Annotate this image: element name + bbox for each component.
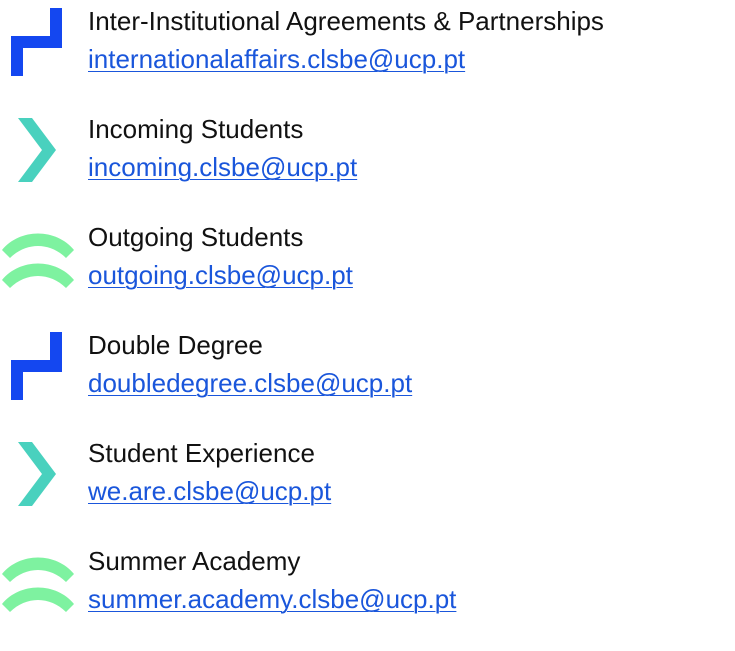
contact-email-link[interactable]: outgoing.clsbe@ucp.pt — [88, 258, 353, 292]
teal-chevron-icon — [0, 112, 88, 192]
green-arc-icon — [0, 220, 88, 300]
contact-item-incoming: Incoming Students incoming.clsbe@ucp.pt — [0, 112, 735, 192]
contact-email-link[interactable]: internationalaffairs.clsbe@ucp.pt — [88, 42, 465, 76]
contact-title: Incoming Students — [88, 114, 304, 144]
contact-title: Inter-Institutional Agreements & Partner… — [88, 6, 604, 36]
contact-email-link[interactable]: summer.academy.clsbe@ucp.pt — [88, 582, 456, 616]
contact-list: Inter-Institutional Agreements & Partner… — [0, 0, 735, 651]
contact-title: Summer Academy — [88, 546, 301, 576]
blue-corner-icon — [0, 328, 88, 408]
contact-item-double-degree: Double Degree doubledegree.clsbe@ucp.pt — [0, 328, 735, 408]
contact-item-summer-academy: Summer Academy summer.academy.clsbe@ucp.… — [0, 544, 735, 624]
contact-title: Student Experience — [88, 438, 315, 468]
contact-title: Outgoing Students — [88, 222, 304, 252]
contact-item-partnerships: Inter-Institutional Agreements & Partner… — [0, 4, 735, 84]
contact-email-link[interactable]: we.are.clsbe@ucp.pt — [88, 474, 331, 508]
teal-chevron-icon — [0, 436, 88, 516]
contact-item-outgoing: Outgoing Students outgoing.clsbe@ucp.pt — [0, 220, 735, 300]
contact-item-student-experience: Student Experience we.are.clsbe@ucp.pt — [0, 436, 735, 516]
contact-email-link[interactable]: incoming.clsbe@ucp.pt — [88, 150, 357, 184]
contact-email-link[interactable]: doubledegree.clsbe@ucp.pt — [88, 366, 412, 400]
contact-title: Double Degree — [88, 330, 263, 360]
green-arc-icon — [0, 544, 88, 624]
blue-corner-icon — [0, 4, 88, 84]
